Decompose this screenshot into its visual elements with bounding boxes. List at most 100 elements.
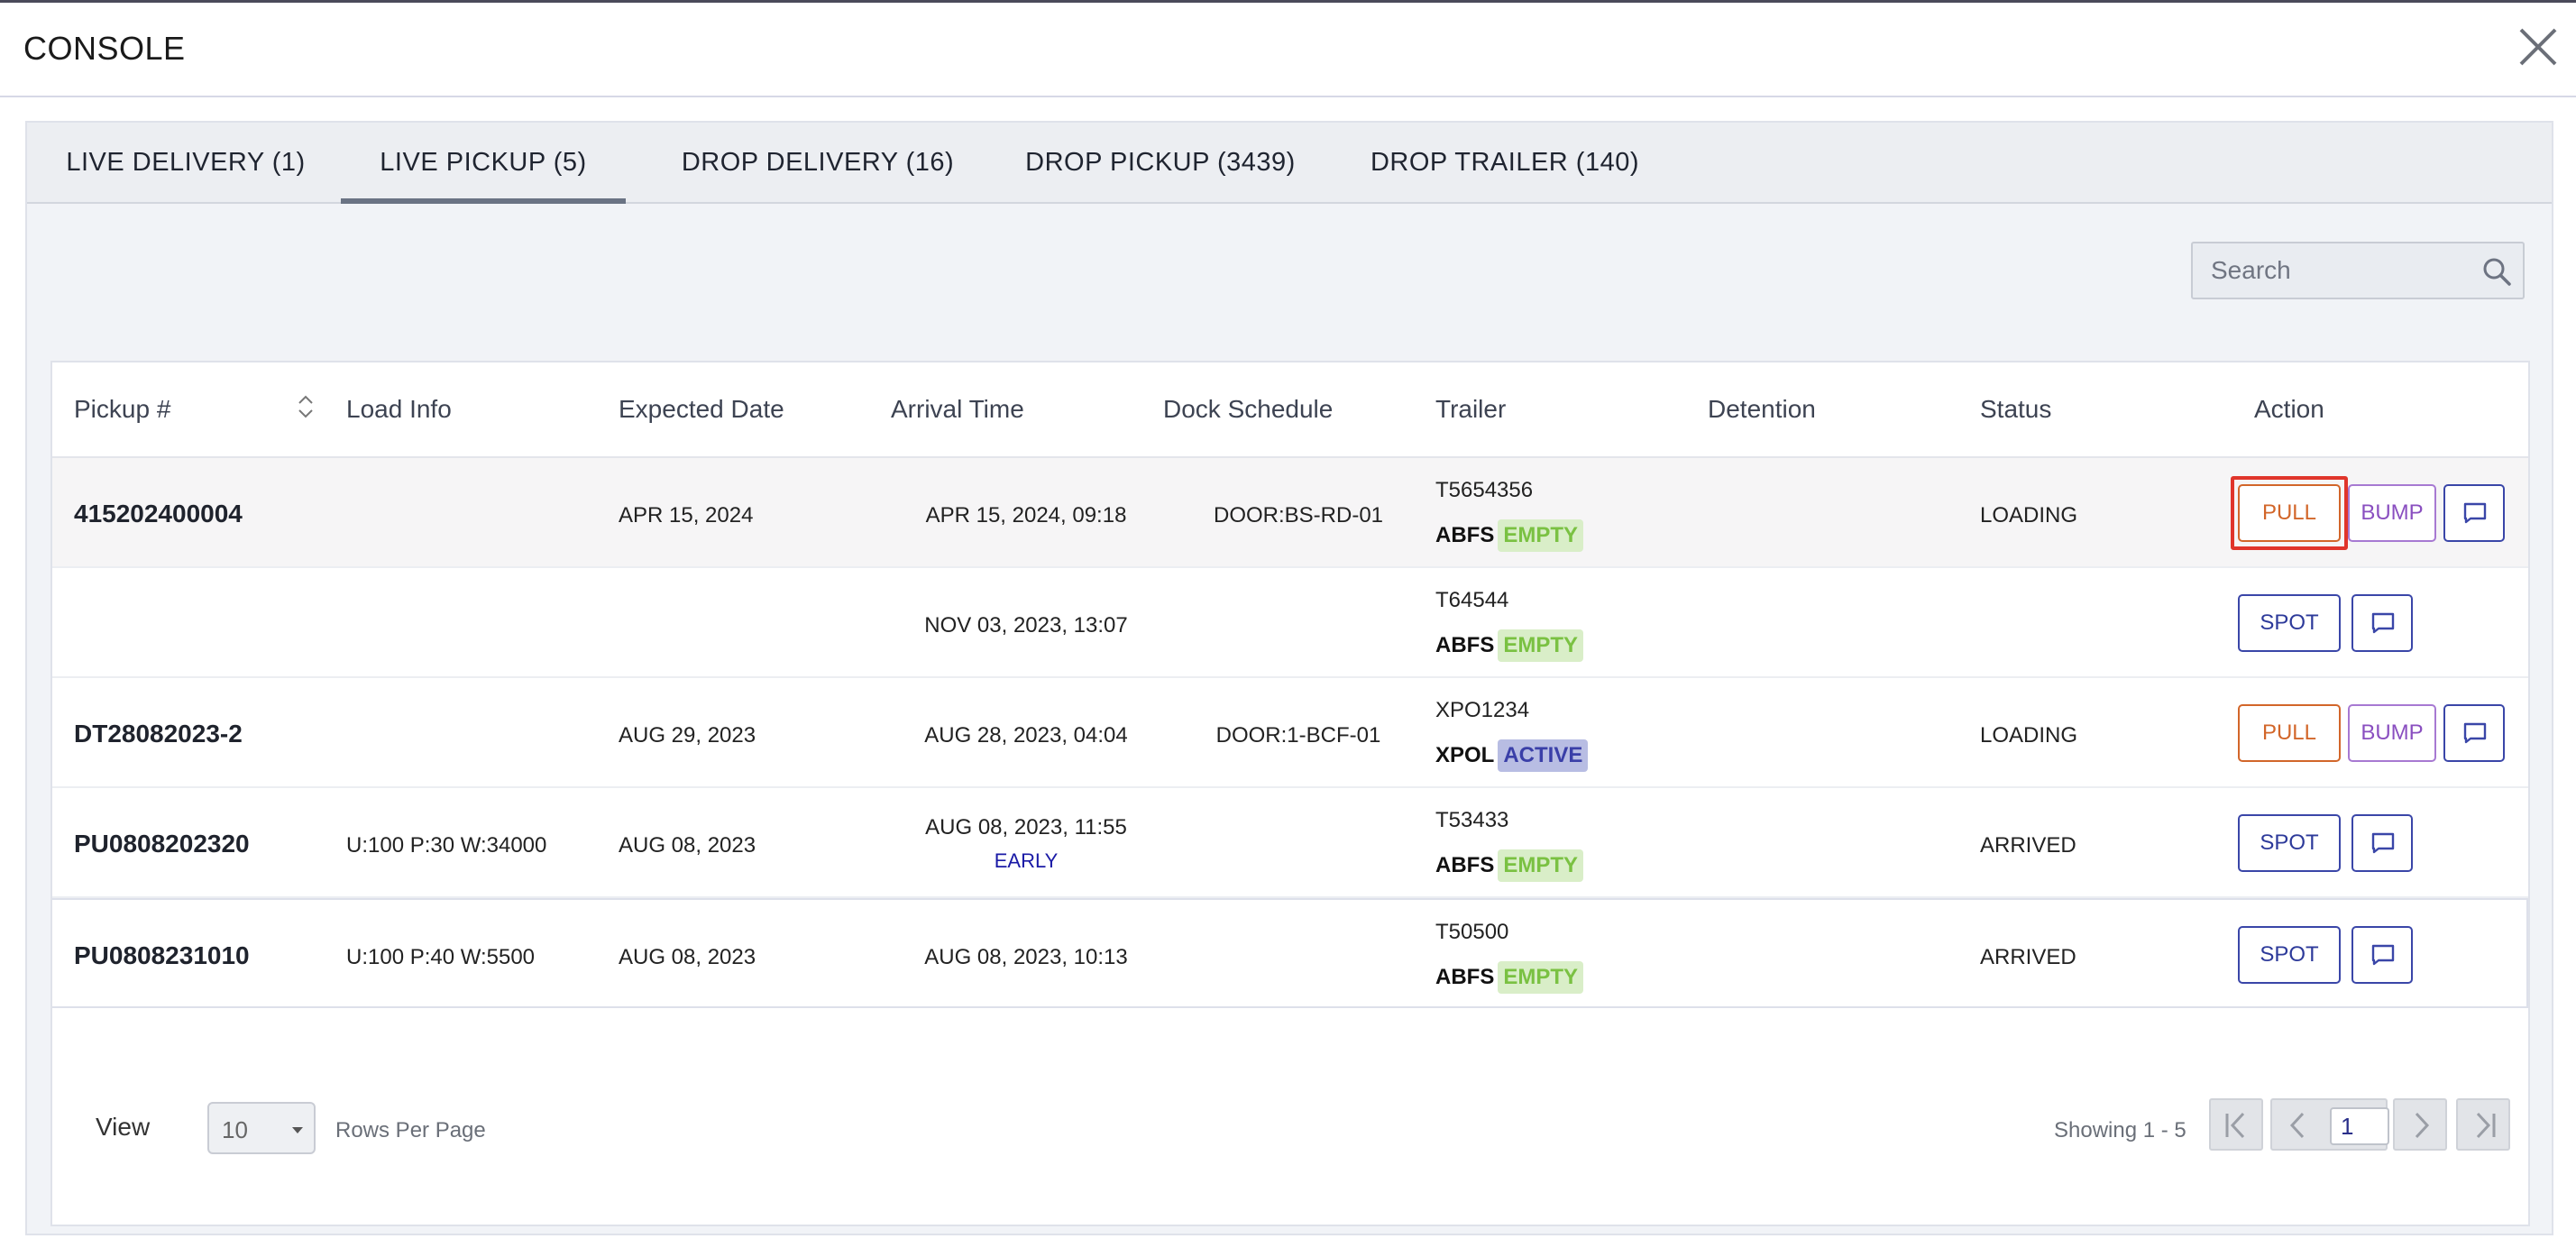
showing-range: Showing 1 - 5 — [2054, 1118, 2186, 1142]
trailer-number: T5654356 — [1435, 478, 1534, 502]
pull-button[interactable]: PULL — [2238, 484, 2341, 542]
chevron-left-icon — [2289, 1112, 2305, 1139]
view-label: View — [96, 1113, 151, 1141]
arrival-time: APR 15, 2024, 09:18 — [925, 503, 1127, 528]
table-row[interactable]: PU0808202320 U:100 P:30 W:34000 AUG 08, … — [52, 788, 2528, 898]
trailer-state-badge: EMPTY — [1498, 519, 1584, 552]
message-button[interactable] — [2443, 704, 2505, 762]
header-dock-schedule: Dock Schedule — [1163, 395, 1334, 423]
header-trailer: Trailer — [1435, 395, 1507, 423]
dock-schedule: DOOR:1-BCF-01 — [1215, 723, 1381, 748]
expected-date: APR 15, 2024 — [619, 503, 754, 528]
first-page-icon — [2225, 1112, 2245, 1139]
load-info: U:100 P:30 W:34000 — [346, 833, 547, 858]
arrival-time: NOV 03, 2023, 13:07 — [924, 613, 1128, 638]
expected-date: AUG 08, 2023 — [619, 945, 756, 969]
pickup-number[interactable]: PU0808202320 — [74, 830, 250, 858]
message-button[interactable] — [2351, 926, 2413, 984]
search-input[interactable] — [2211, 254, 2472, 287]
header-load-info: Load Info — [346, 395, 452, 423]
first-page-button[interactable] — [2209, 1098, 2263, 1151]
page-number-input[interactable]: 1 — [2330, 1107, 2389, 1145]
expected-date: AUG 29, 2023 — [619, 723, 756, 748]
bump-button[interactable]: BUMP — [2348, 484, 2436, 542]
arrival-time: AUG 28, 2023, 04:04 — [924, 723, 1128, 748]
trailer-info: XPOL ACTIVE — [1435, 739, 1589, 772]
table-row[interactable]: DT28082023-2 AUG 29, 2023 AUG 28, 2023, … — [52, 678, 2528, 788]
message-button[interactable] — [2443, 484, 2505, 542]
trailer-number: T64544 — [1435, 588, 1509, 612]
table-row[interactable]: 415202400004 APR 15, 2024 APR 15, 2024, … — [52, 458, 2528, 568]
early-indicator: EARLY — [994, 849, 1059, 872]
message-button[interactable] — [2351, 594, 2413, 652]
arrival-time: AUG 08, 2023, 11:55 — [925, 815, 1127, 840]
status-text: ARRIVED — [1980, 945, 2076, 969]
spot-button[interactable]: SPOT — [2238, 926, 2341, 984]
status-text: LOADING — [1980, 723, 2078, 748]
search-icon[interactable] — [2481, 256, 2512, 287]
header-status: Status — [1980, 395, 2052, 423]
carrier-code: XPOL — [1435, 743, 1495, 767]
header-arrival-time: Arrival Time — [891, 395, 1024, 423]
chevron-right-icon — [2415, 1112, 2430, 1139]
message-icon — [2371, 832, 2395, 854]
sort-icon[interactable] — [296, 393, 316, 420]
message-button[interactable] — [2351, 814, 2413, 872]
header-pickup: Pickup # — [74, 395, 171, 423]
trailer-state-badge: EMPTY — [1498, 629, 1584, 662]
expected-date: AUG 08, 2023 — [619, 833, 756, 858]
header-expected-date: Expected Date — [619, 395, 784, 423]
trailer-info: ABFS EMPTY — [1435, 961, 1584, 994]
status-text: LOADING — [1980, 503, 2078, 528]
close-icon — [2519, 28, 2557, 66]
pull-button[interactable]: PULL — [2238, 704, 2341, 762]
last-page-button[interactable] — [2456, 1098, 2510, 1151]
table-row[interactable]: PU0808231010 U:100 P:40 W:5500 AUG 08, 2… — [52, 898, 2528, 1008]
carrier-code: ABFS — [1435, 523, 1495, 547]
close-button[interactable] — [2516, 24, 2561, 69]
tab-live-pickup[interactable]: LIVE PICKUP (5) — [341, 123, 626, 204]
message-icon — [2371, 612, 2395, 634]
carrier-code: ABFS — [1435, 965, 1495, 989]
next-page-button[interactable] — [2393, 1098, 2447, 1151]
pickup-number[interactable]: PU0808231010 — [74, 941, 250, 970]
modal-title: CONSOLE — [23, 30, 186, 67]
tab-live-delivery[interactable]: LIVE DELIVERY (1) — [50, 123, 321, 204]
last-page-icon — [2476, 1112, 2496, 1139]
tab-drop-delivery[interactable]: DROP DELIVERY (16) — [664, 123, 972, 204]
tab-drop-trailer[interactable]: DROP TRAILER (140) — [1347, 123, 1663, 204]
rows-per-page-value: 10 — [222, 1116, 248, 1143]
header-detention: Detention — [1708, 395, 1816, 423]
spot-button[interactable]: SPOT — [2238, 814, 2341, 872]
trailer-state-badge: EMPTY — [1498, 961, 1584, 994]
trailer-info: ABFS EMPTY — [1435, 519, 1584, 552]
arrival-time: AUG 08, 2023, 10:13 — [924, 945, 1128, 969]
trailer-info: ABFS EMPTY — [1435, 849, 1584, 882]
trailer-state-badge: EMPTY — [1498, 849, 1584, 882]
dock-schedule: DOOR:BS-RD-01 — [1213, 503, 1384, 528]
message-icon — [2371, 944, 2395, 966]
console-panel: LIVE DELIVERY (1) LIVE PICKUP (5) DROP D… — [25, 121, 2553, 1235]
message-icon — [2463, 722, 2487, 744]
load-info: U:100 P:40 W:5500 — [346, 945, 536, 969]
trailer-number: XPO1234 — [1435, 698, 1530, 722]
bump-button[interactable]: BUMP — [2348, 704, 2436, 762]
carrier-code: ABFS — [1435, 633, 1495, 657]
table-header: Pickup # Load Info Expected Date Arrival… — [52, 362, 2528, 458]
chevron-down-icon — [292, 1127, 303, 1133]
tab-bar: LIVE DELIVERY (1) LIVE PICKUP (5) DROP D… — [27, 123, 2552, 204]
trailer-state-badge: ACTIVE — [1498, 739, 1589, 772]
pickup-table: Pickup # Load Info Expected Date Arrival… — [50, 361, 2530, 1226]
table-row[interactable]: NOV 03, 2023, 13:07 T64544 ABFS EMPTY SPO… — [52, 568, 2528, 678]
search-box — [2191, 242, 2525, 299]
rows-per-page-label: Rows Per Page — [335, 1118, 486, 1142]
message-icon — [2463, 502, 2487, 524]
tab-drop-pickup[interactable]: DROP PICKUP (3439) — [1004, 123, 1316, 204]
spot-button[interactable]: SPOT — [2238, 594, 2341, 652]
pickup-number[interactable]: DT28082023-2 — [74, 720, 243, 748]
header-action: Action — [2254, 395, 2324, 423]
pickup-number[interactable]: 415202400004 — [74, 500, 243, 528]
rows-per-page-select[interactable]: 10 — [207, 1102, 316, 1154]
trailer-number: T50500 — [1435, 920, 1509, 944]
trailer-info: ABFS EMPTY — [1435, 629, 1584, 662]
